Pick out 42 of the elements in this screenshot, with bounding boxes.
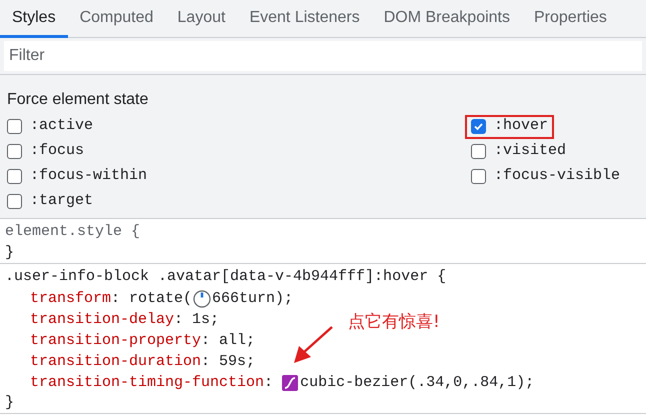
checkbox[interactable]	[7, 144, 22, 159]
checkbox[interactable]	[471, 169, 486, 184]
css-property: transform	[30, 289, 112, 309]
css-property: transition-property	[30, 331, 202, 351]
css-value: : all;	[201, 331, 256, 351]
css-property: transition-duration	[30, 352, 202, 372]
tab[interactable]: Event Listeners	[237, 0, 372, 38]
bezier-curve-icon[interactable]	[282, 374, 298, 390]
css-property: transition-delay	[30, 310, 174, 330]
filter-field[interactable]: Filter	[4, 41, 642, 71]
state-label: :focus	[30, 141, 84, 162]
state-label: :focus-within	[30, 166, 148, 186]
arrow-icon	[293, 326, 333, 364]
tab[interactable]: Properties	[522, 0, 619, 38]
checkbox[interactable]	[471, 119, 486, 134]
css-property: transition-timing-function	[30, 373, 264, 393]
annotation-text: 点它有惊喜!	[348, 311, 440, 334]
css-selector: .user-info-block .avatar[data-v-4b944fff]:hover {	[5, 267, 448, 287]
state-label: :target	[30, 191, 94, 212]
closing-brace: }	[5, 393, 16, 412]
state-label: :hover	[494, 116, 548, 136]
checkbox[interactable]	[7, 194, 22, 209]
checkbox[interactable]	[7, 119, 22, 134]
css-selector: element.style {	[5, 222, 142, 242]
state-label: :focus-visible	[494, 166, 620, 186]
css-value: : rotate(	[111, 289, 192, 309]
state-label: :active	[30, 116, 94, 136]
section-title: Force element state	[7, 90, 150, 108]
angle-icon[interactable]	[193, 290, 212, 308]
css-value: 666turn);	[212, 289, 294, 309]
tab[interactable]: Layout	[165, 0, 238, 38]
css-value: cubic-bezier(.34,0,.84,1);	[300, 373, 534, 393]
css-value: :	[264, 373, 274, 393]
tab[interactable]: Computed	[68, 0, 166, 38]
tab[interactable]: DOM Breakpoints	[372, 0, 522, 38]
css-value: : 59s;	[201, 352, 256, 372]
css-value: : 1s;	[174, 310, 220, 330]
checkbox[interactable]	[471, 144, 486, 159]
state-label: :visited	[494, 141, 566, 162]
closing-brace: }	[5, 243, 16, 262]
checkmark-icon	[473, 121, 484, 132]
checkbox[interactable]	[7, 169, 22, 184]
